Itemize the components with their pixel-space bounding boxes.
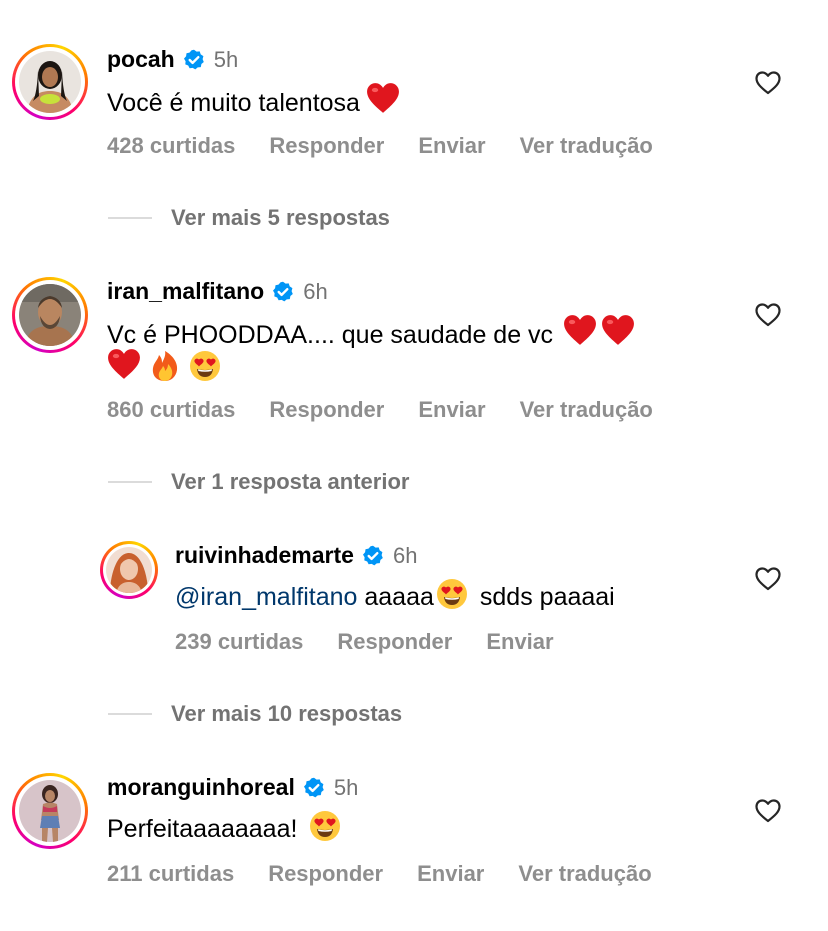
heart-outline-icon[interactable] — [755, 567, 781, 591]
comment-header: moranguinhoreal 5h — [107, 774, 358, 801]
likes-count[interactable]: 860 curtidas — [107, 397, 235, 423]
red-heart-emoji — [366, 82, 400, 116]
fire-emoji — [149, 350, 181, 382]
view-more-label: Ver mais 10 respostas — [171, 701, 403, 726]
comment-text-body: aaaaa — [364, 583, 434, 611]
timestamp: 6h — [392, 542, 418, 568]
comment-text-line-2 — [107, 348, 221, 386]
comment-text-body: Perfeitaaaaaaaa! — [107, 815, 298, 843]
timestamp: 6h — [303, 278, 328, 304]
send-button[interactable]: Enviar — [418, 397, 485, 423]
avatar[interactable] — [100, 541, 158, 599]
divider-line — [108, 713, 152, 715]
verified-badge-icon — [361, 544, 384, 567]
username[interactable]: moranguinhoreal — [107, 774, 295, 801]
likes-count[interactable]: 428 curtidas — [107, 133, 235, 159]
username[interactable]: pocah — [107, 46, 175, 73]
verified-badge-icon — [182, 48, 205, 71]
comment-actions: 428 curtidas Responder Enviar Ver traduç… — [107, 133, 687, 159]
comment-text: Você é muito talentosa — [107, 82, 400, 120]
likes-count[interactable]: 211 curtidas — [107, 861, 234, 887]
heart-outline-icon[interactable] — [755, 71, 781, 95]
avatar-photo — [106, 547, 152, 593]
reply-button[interactable]: Responder — [269, 133, 384, 159]
likes-count[interactable]: 239 curtidas — [175, 629, 303, 655]
comment-actions: 860 curtidas Responder Enviar Ver traduç… — [107, 397, 687, 423]
comment-header: pocah 5h — [107, 46, 238, 73]
red-heart-emoji — [601, 314, 635, 348]
avatar[interactable] — [12, 277, 88, 353]
reply-button[interactable]: Responder — [337, 629, 452, 655]
send-button[interactable]: Enviar — [418, 133, 485, 159]
heart-eyes-emoji — [189, 350, 221, 382]
avatar-photo — [19, 780, 81, 842]
view-more-replies-button[interactable]: Ver mais 5 respostas — [108, 205, 390, 231]
mention-link[interactable]: @iran_malfitano — [175, 583, 357, 611]
comment-header: ruivinhademarte 6h — [175, 542, 417, 569]
heart-eyes-emoji — [309, 810, 341, 842]
verified-badge-icon — [302, 776, 325, 799]
view-previous-label: Ver 1 resposta anterior — [171, 469, 410, 494]
verified-badge-icon — [272, 280, 295, 303]
send-button[interactable]: Enviar — [486, 629, 553, 655]
translate-button[interactable]: Ver tradução — [520, 397, 653, 423]
divider-line — [108, 481, 152, 483]
timestamp: 5h — [333, 774, 359, 800]
avatar[interactable] — [12, 44, 88, 120]
comment-text: Perfeitaaaaaaaa! — [107, 810, 341, 846]
username[interactable]: iran_malfitano — [107, 278, 264, 305]
heart-outline-icon[interactable] — [755, 303, 781, 327]
heart-eyes-emoji — [436, 578, 468, 610]
comment-header: iran_malfitano 6h — [107, 278, 328, 305]
comment-actions: 239 curtidas Responder Enviar — [175, 629, 588, 655]
view-previous-replies-button[interactable]: Ver 1 resposta anterior — [108, 469, 409, 495]
timestamp: 5h — [213, 46, 239, 72]
translate-button[interactable]: Ver tradução — [518, 861, 651, 887]
red-heart-emoji — [563, 314, 597, 348]
comment-text: Vc é PHOODDAA.... que saudade de vc — [107, 314, 635, 352]
username[interactable]: ruivinhademarte — [175, 542, 354, 569]
comment-text-body: Vc é PHOODDAA.... que saudade de vc — [107, 321, 554, 349]
red-heart-emoji — [107, 348, 141, 382]
avatar-photo — [19, 51, 81, 113]
divider-line — [108, 217, 152, 219]
reply-button[interactable]: Responder — [268, 861, 383, 887]
comment-text: @iran_malfitano aaaaa sdds paaaai — [175, 578, 615, 614]
comment-text-body: Você é muito talentosa — [107, 89, 360, 117]
comment-actions: 211 curtidas Responder Enviar Ver traduç… — [107, 861, 686, 887]
avatar[interactable] — [12, 773, 88, 849]
reply-button[interactable]: Responder — [269, 397, 384, 423]
view-more-label: Ver mais 5 respostas — [171, 205, 390, 230]
avatar-photo — [19, 284, 81, 346]
comment-text-body-2: sdds paaaai — [479, 583, 615, 611]
heart-outline-icon[interactable] — [755, 799, 781, 823]
send-button[interactable]: Enviar — [417, 861, 484, 887]
view-more-replies-button[interactable]: Ver mais 10 respostas — [108, 701, 402, 727]
translate-button[interactable]: Ver tradução — [520, 133, 653, 159]
